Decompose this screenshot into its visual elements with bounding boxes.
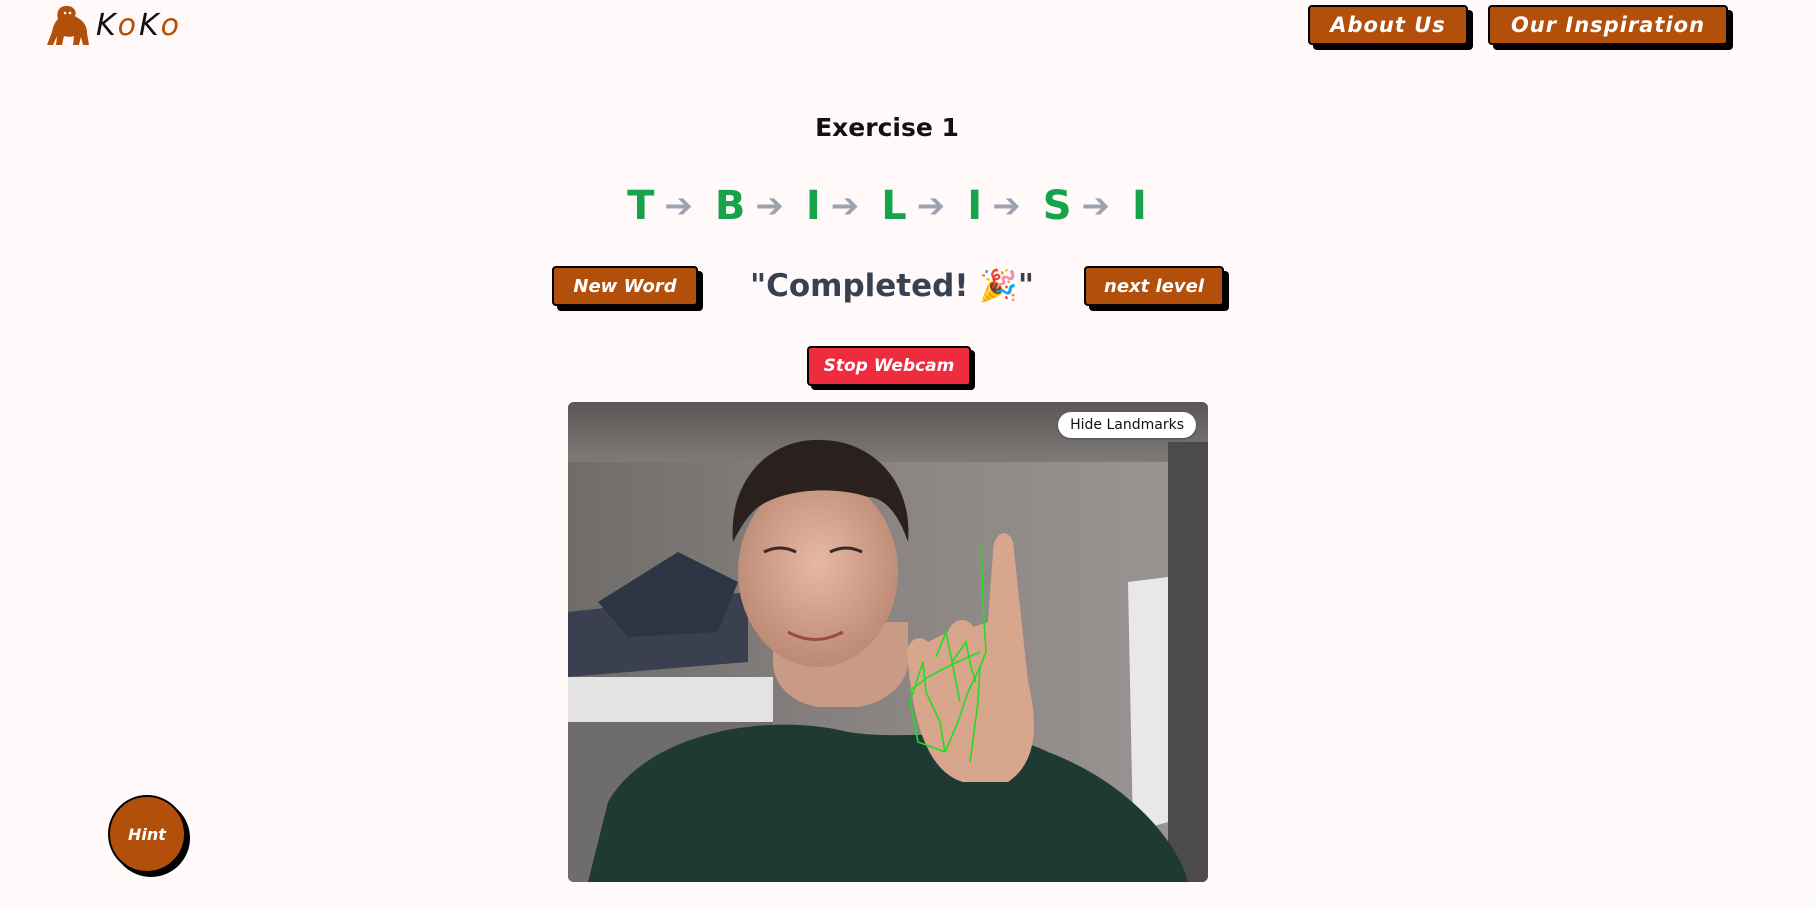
arrow-right-icon: ➔ xyxy=(992,186,1021,226)
word-letter: S xyxy=(1042,183,1072,229)
logo-letter: K xyxy=(138,8,161,43)
arrow-right-icon: ➔ xyxy=(664,186,693,226)
webcam-image xyxy=(568,402,1208,882)
exercise-title: Exercise 1 xyxy=(815,113,959,142)
arrow-right-icon: ➔ xyxy=(1081,186,1111,226)
arrow-right-icon: ➔ xyxy=(755,186,784,226)
arrow-right-icon: ➔ xyxy=(830,186,860,226)
completion-status: "Completed! 🎉" xyxy=(749,268,1035,304)
arrow-right-icon: ➔ xyxy=(916,186,946,226)
next-level-button[interactable]: next level xyxy=(1084,266,1224,306)
word-letter: I xyxy=(967,183,983,229)
logo[interactable]: KoKo xyxy=(46,4,182,48)
our-inspiration-button[interactable]: Our Inspiration xyxy=(1488,5,1728,45)
word-letter: T xyxy=(627,183,655,229)
word-letter: I xyxy=(1132,183,1147,229)
word-letter: I xyxy=(805,183,821,229)
hide-landmarks-button[interactable]: Hide Landmarks xyxy=(1058,412,1196,438)
logo-letter: K xyxy=(96,8,118,43)
about-us-button[interactable]: About Us xyxy=(1308,5,1468,45)
logo-letter: o xyxy=(160,8,182,43)
logo-letter: o xyxy=(117,8,139,43)
webcam-feed: Hide Landmarks xyxy=(568,402,1208,882)
new-word-button[interactable]: New Word xyxy=(552,266,698,306)
gorilla-icon xyxy=(47,5,89,46)
stop-webcam-button[interactable]: Stop Webcam xyxy=(807,346,971,386)
hint-button[interactable]: Hint xyxy=(108,795,186,873)
logo-text: KoKo xyxy=(96,11,182,41)
word-letter: B xyxy=(714,183,746,229)
word-letter: L xyxy=(881,183,907,229)
word-letter-sequence: T ➔ B ➔ I ➔ L ➔ I ➔ S ➔ I xyxy=(0,183,1774,229)
